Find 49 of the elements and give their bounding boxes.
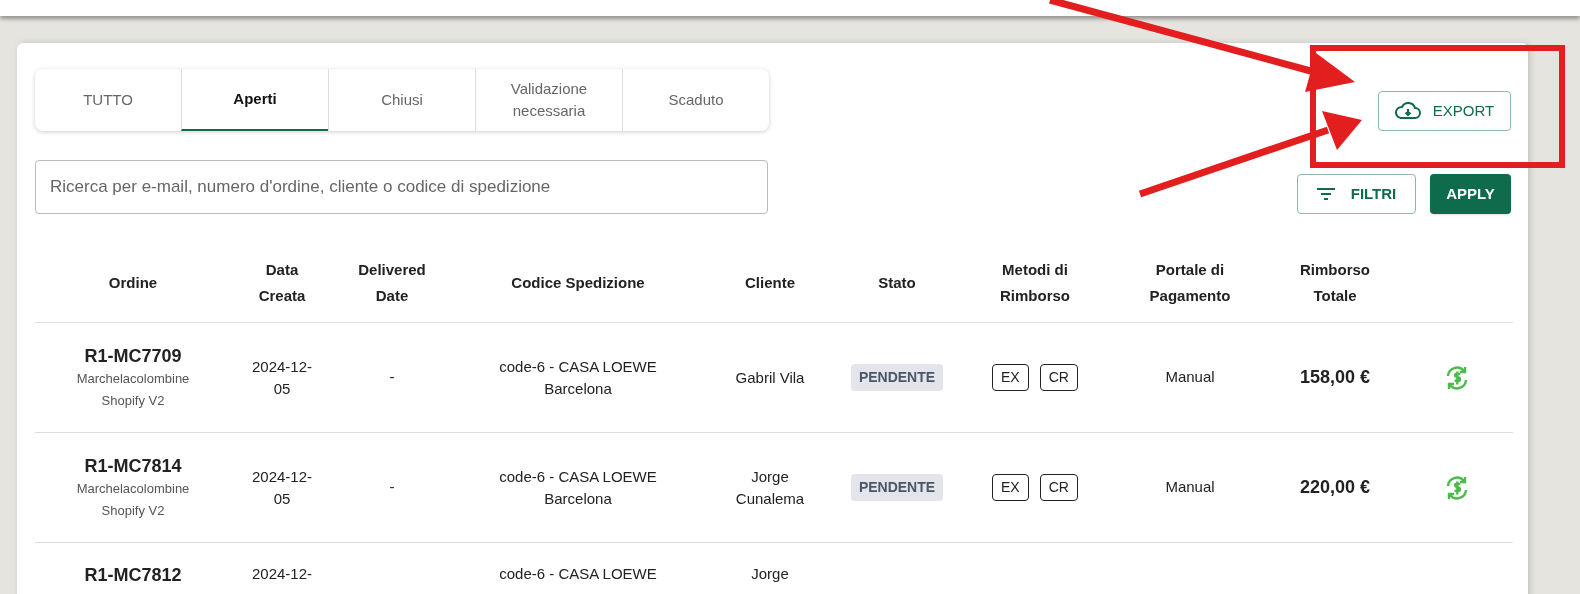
column-header: Data Creata [257,259,307,306]
refund-total: 158,00 € [1299,366,1371,389]
refund-cycle-icon[interactable] [1444,474,1470,501]
date-created: 2024-12-05 [250,356,313,399]
refund-method-tag: EX [992,364,1029,391]
refund-cycle-icon[interactable] [1444,364,1470,391]
store-name: Marchelacolombine Shopify V2 [75,479,191,520]
payment-gateway: Manual [1165,367,1215,388]
store-name: Marchelacolombine Shopify V2 [75,369,191,410]
export-label: EXPORT [1432,100,1495,121]
tab[interactable]: Validazione necessaria [475,69,622,131]
date-created: 2024-12- [250,564,313,584]
customer-name: Gabril Vila [734,367,806,388]
order-number: R1-MC7709 [84,344,182,368]
shipping-code: code-6 - CASA LOEWE [498,564,658,584]
search-field[interactable]: Ricerca per e-mail, numero d'ordine, cliente o codice di spedizione [35,160,768,214]
status-badge: PENDENTE [850,474,944,501]
apply-button[interactable]: APPLY [1430,174,1511,214]
refund-method-tag: CR [1039,364,1078,391]
column-header: Cliente [744,272,796,293]
delivered-date: - [389,367,395,388]
status-badge: PENDENTE [850,364,944,391]
filter-button[interactable]: FILTRI [1297,174,1416,214]
order-number: R1-MC7814 [84,454,182,478]
tab[interactable]: TUTTO [35,69,181,131]
cloud-download-icon [1394,102,1421,120]
payment-gateway: Manual [1165,477,1215,498]
column-header: Codice Spedizione [510,272,646,293]
filter-icon [1316,187,1335,201]
customer-name: Jorge Cunalema [734,466,806,509]
customer-name: Jorge [750,564,790,584]
export-button[interactable]: EXPORT [1378,91,1511,131]
tab[interactable]: Aperti [181,69,328,131]
refund-total: 220,00 € [1299,476,1371,499]
column-header: Portale di Pagamento [1148,259,1232,306]
refund-method-tag: CR [1039,474,1078,501]
date-created: 2024-12-05 [250,466,313,509]
tab[interactable]: Scaduto [622,69,769,131]
refund-method-tag: EX [992,474,1029,501]
tab[interactable]: Chiusi [328,69,475,131]
column-header: Metodi di Rimborso [999,259,1071,306]
column-header: Stato [877,272,917,293]
shipping-code: code-6 - CASA LOEWE Barcelona [498,356,658,399]
column-header: Delivered Date [357,259,427,306]
column-header: Ordine [107,272,159,293]
column-header: Rimborso Totale [1299,259,1371,306]
delivered-date: - [389,477,395,498]
shipping-code: code-6 - CASA LOEWE Barcelona [498,466,658,509]
order-number: R1-MC7812 [84,564,182,587]
